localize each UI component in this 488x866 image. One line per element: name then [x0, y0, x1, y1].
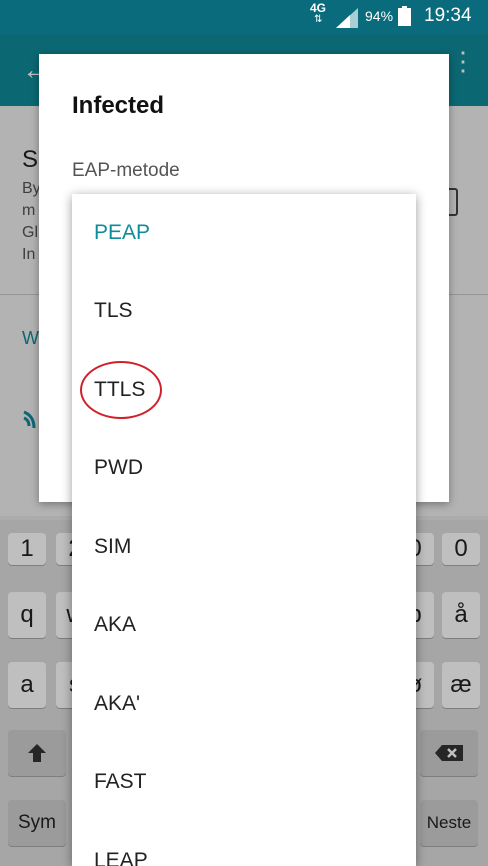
eap-option-peap[interactable]: PEAP [72, 194, 416, 272]
eap-option-fast[interactable]: FAST [72, 743, 416, 821]
eap-method-dropdown[interactable]: PEAP TLS TTLS PWD SIM AKA AKA' FAST LEAP [72, 194, 416, 866]
eap-option-ttls[interactable]: TTLS [72, 351, 416, 429]
dialog-title: Infected [72, 92, 165, 119]
network-type: 4G [310, 1, 327, 15]
status-bar: 4G ⇅ 94% 19:34 [0, 0, 488, 34]
clock: 19:34 [424, 5, 472, 26]
battery-icon [398, 6, 411, 26]
eap-option-sim[interactable]: SIM [72, 508, 416, 586]
eap-option-aka-prime[interactable]: AKA' [72, 665, 416, 743]
battery-percent: 94% [365, 8, 394, 24]
eap-option-aka[interactable]: AKA [72, 586, 416, 664]
data-arrows-icon: ⇅ [314, 14, 323, 25]
eap-method-label: EAP-metode [72, 160, 180, 181]
eap-option-leap[interactable]: LEAP [72, 822, 416, 866]
eap-option-pwd[interactable]: PWD [72, 429, 416, 507]
eap-option-tls[interactable]: TLS [72, 272, 416, 350]
signal-icon [336, 8, 358, 28]
